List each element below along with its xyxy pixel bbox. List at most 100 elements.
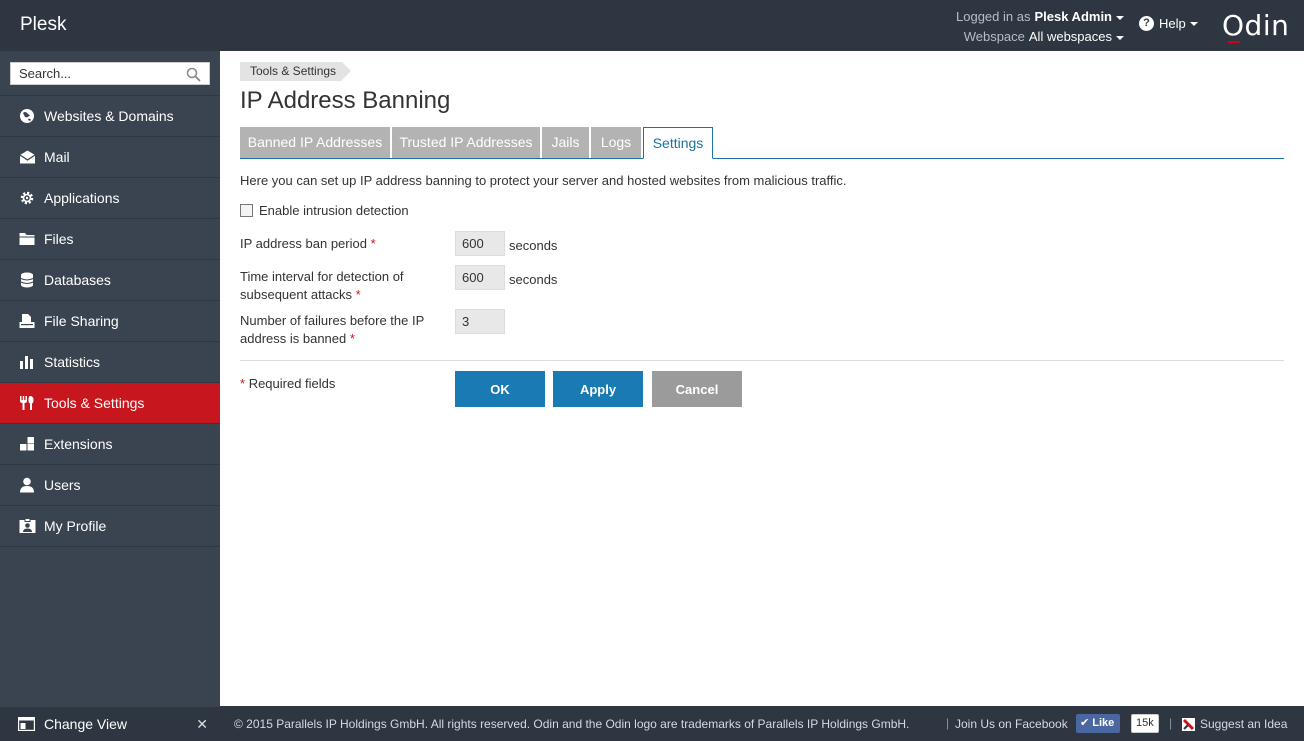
like-count: 15k	[1131, 714, 1159, 733]
required-note-text: Required fields	[248, 376, 336, 391]
tab-bar: Banned IP Addresses Trusted IP Addresses…	[240, 127, 1284, 159]
search-icon[interactable]	[186, 67, 201, 85]
sidebar-item-files[interactable]: Files	[0, 219, 220, 260]
enable-intrusion-detection-label[interactable]: Enable intrusion detection	[259, 203, 409, 218]
sidebar-item-mail[interactable]: Mail	[0, 137, 220, 178]
webspace-menu[interactable]: All webspaces	[1029, 29, 1124, 44]
ban-period-label: IP address ban period *	[240, 235, 445, 253]
sidebar-item-my-profile[interactable]: My Profile	[0, 506, 220, 547]
sidebar-item-label: File Sharing	[44, 313, 119, 329]
vendor-logo-text: Odin	[1222, 9, 1290, 42]
database-icon	[18, 271, 36, 289]
suggest-idea-link[interactable]: Suggest an Idea	[1182, 717, 1287, 731]
tab-banned-ip-addresses[interactable]: Banned IP Addresses	[240, 127, 390, 158]
enable-intrusion-detection-row: Enable intrusion detection	[240, 203, 409, 218]
brand-logo[interactable]: Plesk	[20, 14, 66, 36]
sidebar-item-label: Statistics	[44, 354, 101, 370]
user-icon	[18, 476, 36, 494]
failures-label: Number of failures before the IP address…	[240, 312, 445, 348]
logged-in-label: Logged in as	[956, 9, 1031, 24]
tab-jails[interactable]: Jails	[542, 127, 589, 158]
bar-chart-icon	[18, 353, 36, 371]
help-icon: ?	[1139, 16, 1154, 31]
failures-input[interactable]	[455, 309, 505, 334]
ban-period-unit: seconds	[509, 238, 558, 253]
breadcrumb[interactable]: Tools & Settings	[240, 62, 352, 81]
facebook-like-button[interactable]: ✔ Like	[1076, 714, 1121, 733]
sidebar-item-applications[interactable]: Applications	[0, 178, 220, 219]
sidebar-item-label: Websites & Domains	[44, 108, 174, 124]
apply-button[interactable]: Apply	[553, 371, 643, 407]
close-icon[interactable]: ✕	[196, 716, 208, 733]
facebook-link[interactable]: Join Us on Facebook	[955, 717, 1068, 731]
envelope-icon	[18, 148, 36, 166]
interval-label: Time interval for detection of subsequen…	[240, 268, 445, 304]
user-menu[interactable]: Plesk Admin	[1034, 9, 1124, 24]
ok-button[interactable]: OK	[455, 371, 545, 407]
copyright-text: © 2015 Parallels IP Holdings GmbH. All r…	[234, 717, 910, 731]
sidebar: Websites & Domains Mail Applications Fil…	[0, 51, 220, 741]
sidebar-item-users[interactable]: Users	[0, 465, 220, 506]
sidebar-item-label: Databases	[44, 272, 111, 288]
chevron-down-icon	[1189, 21, 1198, 26]
puzzle-icon	[18, 435, 36, 453]
window-icon	[18, 715, 36, 733]
required-marker: *	[355, 287, 361, 302]
interval-label-line1: Time interval for detection of	[240, 269, 404, 284]
sidebar-item-label: Extensions	[44, 436, 113, 452]
tab-settings[interactable]: Settings	[643, 127, 713, 159]
footer: © 2015 Parallels IP Holdings GmbH. All r…	[220, 706, 1304, 741]
failures-label-line2: address is banned	[240, 331, 347, 346]
required-marker: *	[349, 331, 355, 346]
footer-separator: |	[946, 716, 950, 730]
ban-period-label-text: IP address ban period	[240, 236, 367, 251]
sidebar-nav: Websites & Domains Mail Applications Fil…	[0, 95, 220, 547]
sidebar-item-tools-settings[interactable]: Tools & Settings	[0, 383, 220, 424]
chevron-down-icon	[1116, 15, 1124, 20]
change-view-button[interactable]: Change View ✕	[0, 707, 220, 741]
cancel-button[interactable]: Cancel	[652, 371, 742, 407]
required-marker: *	[240, 376, 246, 391]
help-menu[interactable]: ? Help	[1139, 16, 1198, 31]
suggest-idea-label: Suggest an Idea	[1200, 717, 1288, 731]
profile-icon	[18, 517, 36, 535]
sidebar-item-label: Tools & Settings	[44, 395, 145, 411]
search-box	[10, 62, 210, 85]
enable-intrusion-detection-checkbox[interactable]	[240, 204, 253, 217]
like-label: Like	[1092, 717, 1115, 729]
top-bar: Plesk Logged in as Plesk Admin Webspace Al…	[0, 0, 1304, 51]
sidebar-item-websites-domains[interactable]: Websites & Domains	[0, 96, 220, 137]
sidebar-item-label: My Profile	[44, 518, 107, 534]
page-title: IP Address Banning	[240, 87, 451, 114]
lightbulb-icon	[1182, 717, 1195, 731]
help-label: Help	[1159, 16, 1186, 31]
sidebar-item-label: Files	[44, 231, 74, 247]
vendor-logo: Odin	[1222, 9, 1290, 43]
search-input[interactable]	[11, 63, 181, 84]
interval-input[interactable]	[455, 265, 505, 290]
sidebar-item-extensions[interactable]: Extensions	[0, 424, 220, 465]
divider	[240, 360, 1284, 361]
webspace-name: All webspaces	[1028, 29, 1112, 44]
file-sharing-icon	[18, 312, 36, 330]
tab-logs[interactable]: Logs	[591, 127, 641, 158]
tab-trusted-ip-addresses[interactable]: Trusted IP Addresses	[392, 127, 540, 158]
sidebar-item-statistics[interactable]: Statistics	[0, 342, 220, 383]
sidebar-item-databases[interactable]: Databases	[0, 260, 220, 301]
sidebar-item-file-sharing[interactable]: File Sharing	[0, 301, 220, 342]
sidebar-item-label: Applications	[44, 190, 120, 206]
change-view-label: Change View	[44, 716, 128, 732]
interval-label-line2: subsequent attacks	[240, 287, 353, 302]
gear-icon	[18, 189, 36, 207]
folder-icon	[18, 230, 36, 248]
checkmark-icon: ✔	[1080, 717, 1090, 729]
intro-text: Here you can set up IP address banning t…	[240, 173, 847, 188]
footer-separator: |	[1169, 716, 1173, 730]
interval-unit: seconds	[509, 272, 558, 287]
chevron-down-icon	[1116, 35, 1124, 40]
sidebar-item-label: Users	[44, 477, 81, 493]
failures-label-line1: Number of failures before the IP	[240, 313, 425, 328]
main-content: Tools & Settings IP Address Banning Bann…	[220, 51, 1304, 706]
ban-period-input[interactable]	[455, 231, 505, 256]
tools-icon	[18, 394, 36, 412]
